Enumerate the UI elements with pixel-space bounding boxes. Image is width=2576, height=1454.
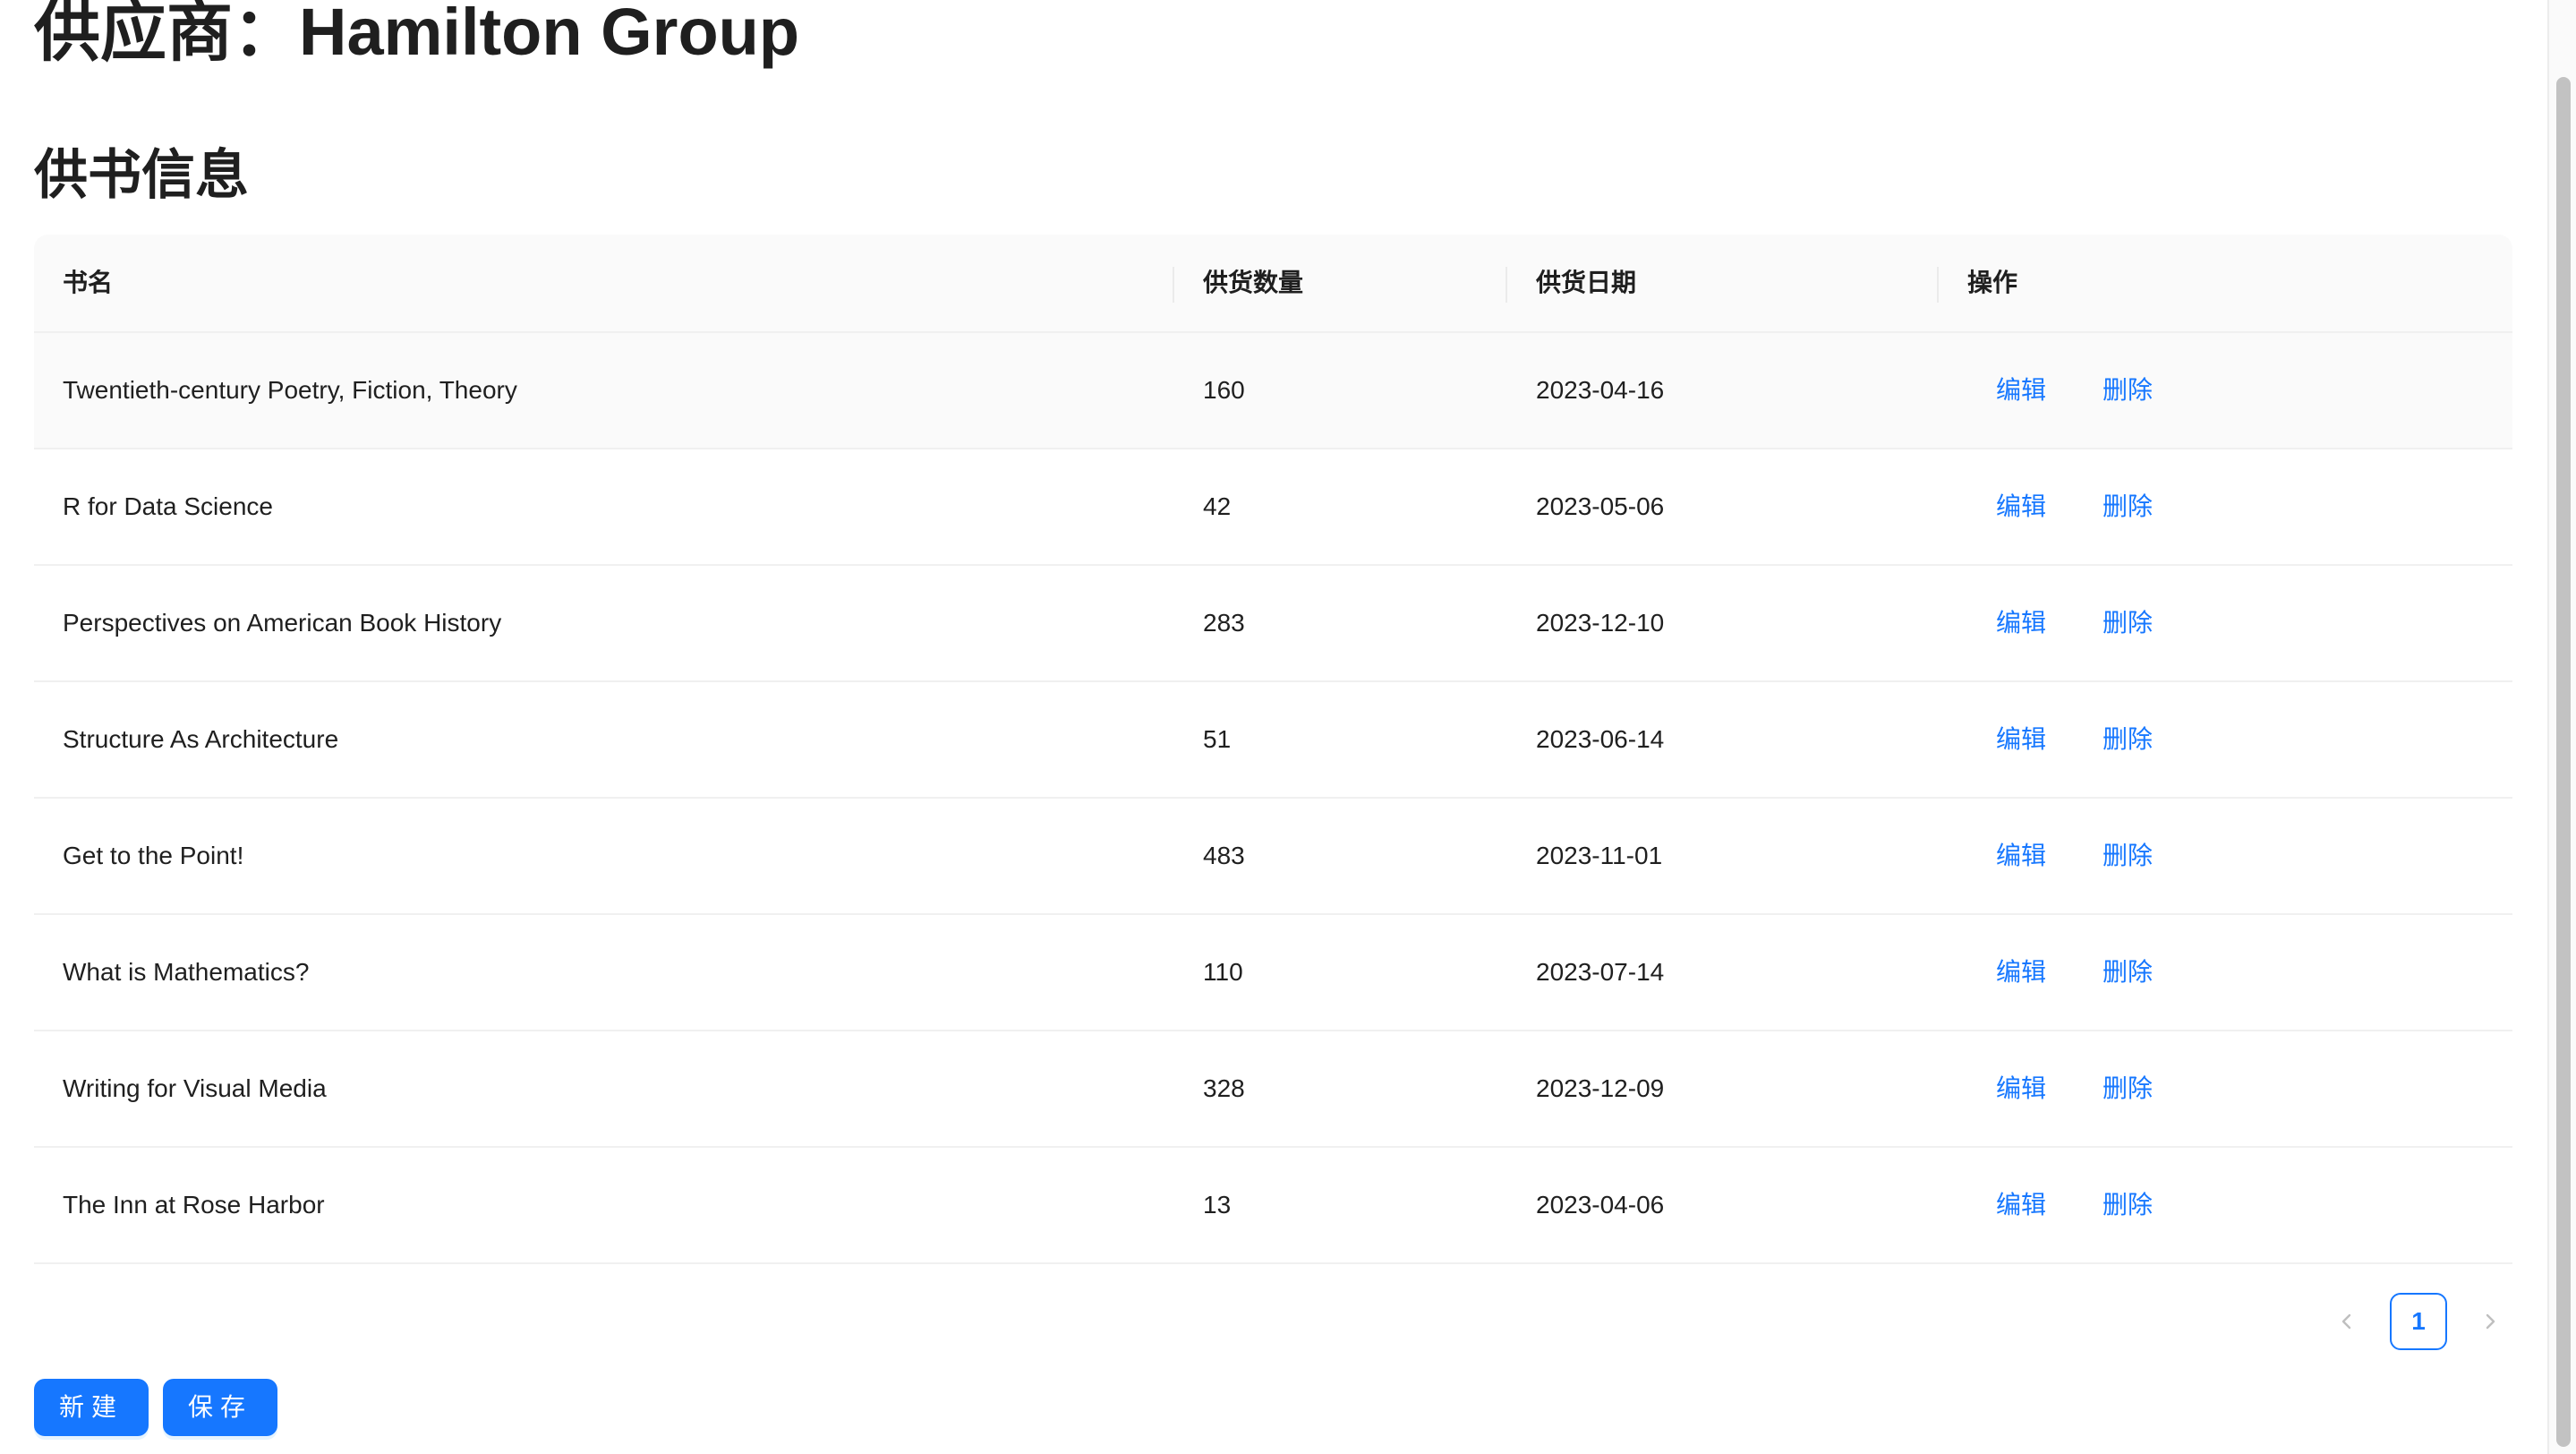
column-divider bbox=[1506, 267, 1507, 303]
vertical-scrollbar[interactable] bbox=[2547, 0, 2576, 1454]
column-divider bbox=[1173, 267, 1174, 303]
edit-link[interactable]: 编辑 bbox=[1996, 449, 2046, 564]
table-row: Twentieth-century Poetry, Fiction, Theor… bbox=[34, 333, 2512, 449]
chevron-left-icon-glyph bbox=[2341, 1313, 2351, 1330]
cell-quantity: 483 bbox=[1203, 842, 1245, 869]
table-row: Writing for Visual Media 328 2023-12-09 编辑删… bbox=[34, 1031, 2512, 1148]
edit-link[interactable]: 编辑 bbox=[1996, 566, 2046, 680]
supplier-title: 供应商：Hamilton Group bbox=[34, 0, 799, 68]
edit-link[interactable]: 编辑 bbox=[1996, 799, 2046, 913]
delete-link[interactable]: 删除 bbox=[2103, 799, 2153, 913]
page: 供应商：Hamilton Group 供书信息 书名 供货数量 供货日期 操作 … bbox=[0, 0, 2576, 1454]
section-title: 供书信息 bbox=[34, 145, 249, 205]
cell-quantity: 328 bbox=[1203, 1074, 1245, 1102]
cell-supply-date: 2023-07-14 bbox=[1536, 958, 1665, 986]
table-body: Twentieth-century Poetry, Fiction, Theor… bbox=[34, 333, 2512, 1264]
edit-link[interactable]: 编辑 bbox=[1996, 1148, 2046, 1262]
chevron-right-icon-glyph bbox=[2486, 1313, 2495, 1330]
cell-quantity: 42 bbox=[1203, 492, 1232, 520]
cell-book-title: Writing for Visual Media bbox=[63, 1074, 327, 1102]
cell-supply-date: 2023-12-09 bbox=[1536, 1074, 1665, 1102]
save-button[interactable]: 保存 bbox=[163, 1379, 277, 1436]
table-header: 书名 供货数量 供货日期 操作 bbox=[34, 235, 2512, 333]
cell-quantity: 283 bbox=[1203, 609, 1245, 637]
table-row: The Inn at Rose Harbor 13 2023-04-06 编辑 删除 bbox=[34, 1148, 2512, 1264]
table-row: R for Data Science 42 2023-05-06 编辑 删除 bbox=[34, 449, 2512, 566]
supplier-label: 供应商： bbox=[34, 0, 299, 69]
edit-link[interactable]: 编辑 bbox=[1996, 333, 2046, 448]
column-header-title: 书名 bbox=[63, 269, 114, 296]
cell-book-title: The Inn at Rose Harbor bbox=[63, 1191, 325, 1219]
column-header-quantity: 供货数量 bbox=[1203, 269, 1304, 296]
cell-book-title: What is Mathematics? bbox=[63, 958, 310, 986]
scrollbar-thumb[interactable] bbox=[2556, 77, 2571, 1447]
table-row: Perspectives on American Book History 283… bbox=[34, 566, 2512, 682]
delete-link[interactable]: 删除 bbox=[2103, 915, 2153, 1030]
edit-link[interactable]: 编辑 bbox=[1996, 682, 2046, 797]
cell-book-title: Structure As Architecture bbox=[63, 725, 339, 753]
delete-link[interactable]: 删除 bbox=[2103, 566, 2153, 680]
page-number-current[interactable]: 1 bbox=[2390, 1293, 2447, 1350]
cell-supply-date: 2023-05-06 bbox=[1536, 492, 1665, 520]
cell-quantity: 13 bbox=[1203, 1191, 1232, 1219]
cell-supply-date: 2023-04-06 bbox=[1536, 1191, 1665, 1219]
cell-book-title: Get to the Point! bbox=[63, 842, 244, 869]
column-header-divider bbox=[1937, 267, 1939, 303]
delete-link[interactable]: 删除 bbox=[2103, 1148, 2153, 1262]
cell-book-title: R for Data Science bbox=[63, 492, 273, 520]
new-button[interactable]: 新建 bbox=[34, 1379, 149, 1436]
cell-quantity: 160 bbox=[1203, 376, 1245, 404]
cell-supply-date: 2023-11-01 bbox=[1536, 842, 1663, 869]
cell-quantity: 110 bbox=[1203, 958, 1243, 986]
cell-supply-date: 2023-12-10 bbox=[1536, 609, 1665, 637]
table-row: What is Mathematics? 110 2023-07-14 编辑 删除 bbox=[34, 915, 2512, 1031]
chevron-left-icon[interactable] bbox=[2318, 1293, 2376, 1350]
supply-table: 书名 供货数量 供货日期 操作 Twentieth-century Poetry… bbox=[34, 235, 2512, 1264]
supplier-name: Hamilton Group bbox=[299, 0, 800, 69]
delete-link[interactable]: 删除 bbox=[2103, 682, 2153, 797]
table-row: Get to the Point! 483 2023-11-01 编辑 删除 bbox=[34, 799, 2512, 915]
cell-supply-date: 2023-04-16 bbox=[1536, 376, 1665, 404]
pagination: 1 bbox=[2318, 1293, 2519, 1350]
cell-quantity: 51 bbox=[1203, 725, 1232, 753]
cell-book-title: Twentieth-century Poetry, Fiction, Theor… bbox=[63, 376, 517, 404]
delete-link[interactable]: 删除 bbox=[2103, 449, 2153, 564]
table-row: Structure As Architecture 51 2023-06-14 编辑删… bbox=[34, 682, 2512, 799]
edit-link[interactable]: 编辑 bbox=[1996, 915, 2046, 1030]
column-header-date: 供货日期 bbox=[1536, 269, 1637, 296]
chevron-right-icon[interactable] bbox=[2461, 1293, 2519, 1350]
cell-supply-date: 2023-06-14 bbox=[1536, 725, 1665, 753]
cell-book-title: Perspectives on American Book History bbox=[63, 609, 502, 637]
column-header-actions: 操作 bbox=[1967, 269, 2018, 296]
delete-link[interactable]: 删除 bbox=[2103, 1031, 2153, 1146]
delete-link[interactable]: 删除 bbox=[2103, 333, 2153, 448]
edit-link[interactable]: 编辑 bbox=[1996, 1031, 2046, 1146]
